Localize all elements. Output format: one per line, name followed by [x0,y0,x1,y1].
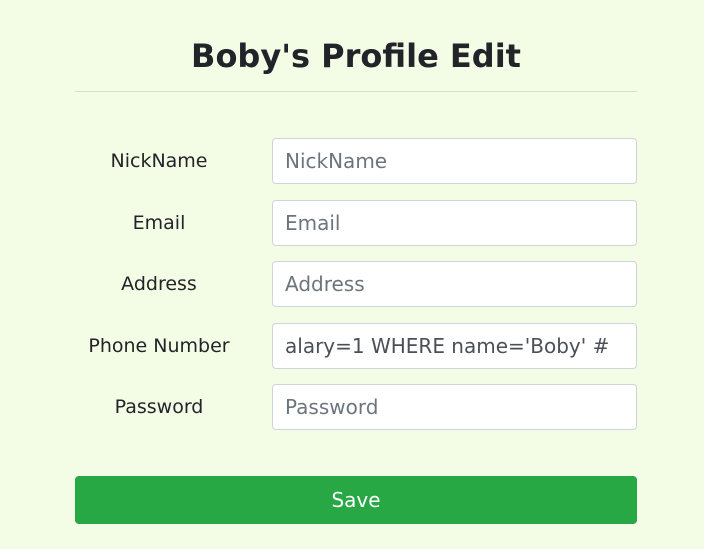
nickname-input[interactable] [272,138,637,184]
address-row: Address [75,261,637,307]
phone-number-input[interactable] [272,323,637,369]
email-input[interactable] [272,200,637,246]
email-label: Email [132,212,186,234]
nickname-row: NickName [75,138,637,184]
phone-number-label: Phone Number [88,335,230,357]
nickname-label: NickName [110,150,208,172]
page-title: Boby's Profile Edit [191,37,521,75]
password-label: Password [114,396,204,418]
title-divider [75,91,637,92]
address-input[interactable] [272,261,637,307]
password-input[interactable] [272,384,637,430]
phone-number-row: Phone Number [75,323,637,369]
password-row: Password [75,384,637,430]
email-row: Email [75,200,637,246]
save-button[interactable]: Save [75,476,637,524]
profile-edit-page: Boby's Profile Edit NickName Email Addre… [0,0,704,549]
address-label: Address [121,273,197,295]
